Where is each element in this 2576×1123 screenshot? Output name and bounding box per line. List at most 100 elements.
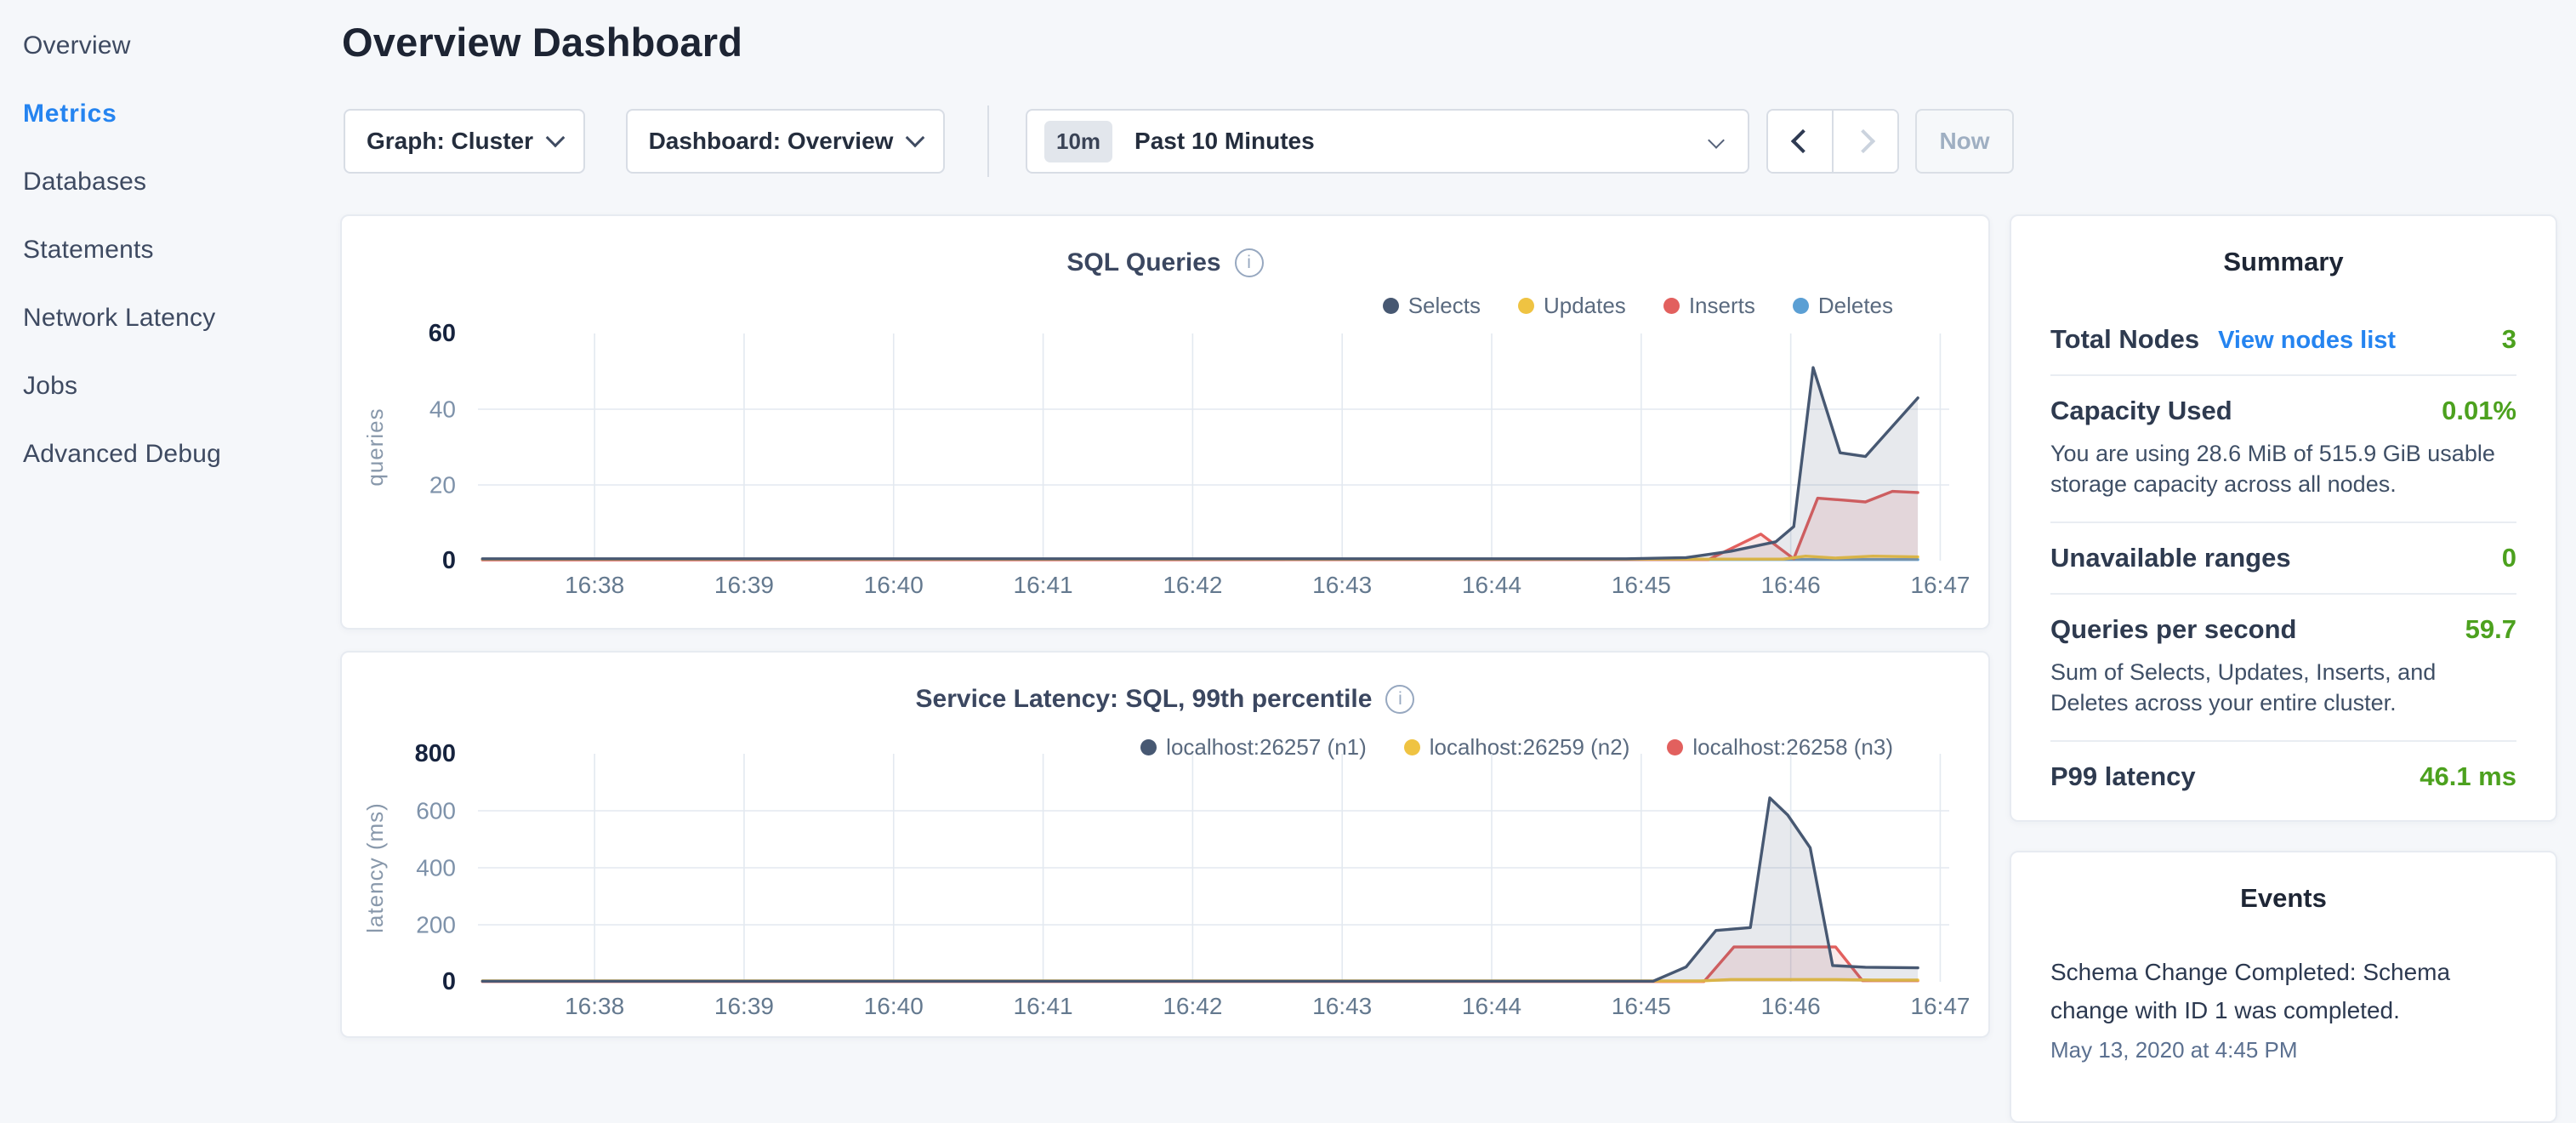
summary-item-value: 46.1 ms xyxy=(2420,761,2516,792)
sidebar: Overview Metrics Databases Statements Ne… xyxy=(0,0,340,488)
svg-text:16:40: 16:40 xyxy=(864,572,924,598)
summary-item-label: Queries per second xyxy=(2050,614,2296,645)
dashboard-dropdown-label: Dashboard: Overview xyxy=(649,128,894,155)
chevron-down-icon xyxy=(546,128,566,148)
view-nodes-list-link[interactable]: View nodes list xyxy=(2218,327,2396,355)
time-range-selector[interactable]: 10m Past 10 Minutes xyxy=(1026,109,1749,174)
svg-text:queries: queries xyxy=(362,408,388,486)
toolbar: Graph: Cluster Dashboard: Overview 10m P… xyxy=(340,109,1990,174)
summary-item-value: 59.7 xyxy=(2465,614,2516,645)
legend-item-label: Deletes xyxy=(1818,293,1893,319)
sidebar-item-network-latency[interactable]: Network Latency xyxy=(0,284,340,352)
svg-text:0: 0 xyxy=(442,547,456,574)
service-latency-chart: 16:38 16:39 16:40 16:41 16:42 16:43 16:44 16:45… xyxy=(342,736,1992,1042)
summary-heading: Summary xyxy=(2050,216,2516,277)
time-step-buttons xyxy=(1766,109,1899,174)
svg-text:20: 20 xyxy=(429,472,456,499)
svg-text:16:44: 16:44 xyxy=(1462,572,1521,598)
time-window-badge: 10m xyxy=(1044,121,1112,162)
summary-item-label: P99 latency xyxy=(2050,761,2196,792)
svg-text:400: 400 xyxy=(416,855,456,881)
summary-item-capacity-used: Capacity Used 0.01% You are using 28.6 M… xyxy=(2050,376,2516,523)
legend-item: Deletes xyxy=(1793,293,1893,319)
svg-text:0: 0 xyxy=(442,968,456,995)
summary-item-value: 0 xyxy=(2502,543,2516,573)
svg-text:latency (ms): latency (ms) xyxy=(362,802,388,933)
legend-dot-icon xyxy=(1663,298,1680,314)
svg-text:16:43: 16:43 xyxy=(1312,572,1372,598)
chevron-down-icon xyxy=(906,128,925,148)
toolbar-divider xyxy=(987,105,989,177)
legend-item-label: Inserts xyxy=(1689,293,1755,319)
sql-queries-chart: 16:38 16:39 16:40 16:41 16:42 16:43 16:44 16:45… xyxy=(342,318,1992,620)
summary-item-queries-per-second: Queries per second 59.7 Sum of Selects, … xyxy=(2050,595,2516,742)
graph-dropdown-label: Graph: Cluster xyxy=(367,128,533,155)
summary-item-description: Sum of Selects, Updates, Inserts, and De… xyxy=(2050,657,2516,719)
svg-text:16:44: 16:44 xyxy=(1462,993,1521,1019)
legend-dot-icon xyxy=(1383,298,1399,314)
svg-text:16:39: 16:39 xyxy=(714,993,774,1019)
sql-queries-chart-card: SQL Queries i Selects Updates Inserts Delet… xyxy=(340,214,1990,630)
chart-title: Service Latency: SQL, 99th percentile xyxy=(916,685,1373,714)
svg-text:200: 200 xyxy=(416,912,456,938)
summary-item-label: Unavailable ranges xyxy=(2050,543,2291,573)
summary-item-value: 0.01% xyxy=(2442,396,2516,426)
now-button[interactable]: Now xyxy=(1915,109,2014,174)
legend-item-label: Updates xyxy=(1544,293,1626,319)
time-range-label: Past 10 Minutes xyxy=(1134,128,1315,155)
summary-item-description: You are using 28.6 MiB of 515.9 GiB usab… xyxy=(2050,438,2516,500)
sidebar-item-metrics[interactable]: Metrics xyxy=(0,80,340,148)
summary-panel: Summary Total Nodes View nodes list 3 Ca… xyxy=(2010,214,2557,822)
svg-text:16:41: 16:41 xyxy=(1014,993,1073,1019)
summary-item-unavailable-ranges: Unavailable ranges 0 xyxy=(2050,523,2516,595)
legend-item: Inserts xyxy=(1663,293,1755,319)
chevron-right-icon xyxy=(1851,129,1874,153)
sidebar-item-statements[interactable]: Statements xyxy=(0,216,340,284)
svg-text:60: 60 xyxy=(429,320,456,347)
page-title: Overview Dashboard xyxy=(342,19,742,66)
events-heading: Events xyxy=(2050,852,2516,914)
event-list-item: Schema Change Completed: Schema change w… xyxy=(2050,953,2516,1063)
event-timestamp: May 13, 2020 at 4:45 PM xyxy=(2050,1037,2516,1063)
summary-item-label: Capacity Used xyxy=(2050,396,2232,426)
event-text: Schema Change Completed: Schema change w… xyxy=(2050,953,2516,1030)
svg-text:16:43: 16:43 xyxy=(1312,993,1372,1019)
svg-text:16:42: 16:42 xyxy=(1163,993,1222,1019)
sidebar-item-databases[interactable]: Databases xyxy=(0,148,340,216)
legend-item-label: Selects xyxy=(1408,293,1481,319)
svg-text:16:47: 16:47 xyxy=(1910,572,1970,598)
info-icon[interactable]: i xyxy=(1235,248,1264,277)
svg-text:16:38: 16:38 xyxy=(565,993,624,1019)
info-icon[interactable]: i xyxy=(1385,685,1414,714)
sidebar-item-jobs[interactable]: Jobs xyxy=(0,352,340,420)
svg-text:16:42: 16:42 xyxy=(1163,572,1222,598)
svg-text:16:41: 16:41 xyxy=(1014,572,1073,598)
events-panel: Events Schema Change Completed: Schema c… xyxy=(2010,851,2557,1123)
svg-text:16:45: 16:45 xyxy=(1612,572,1671,598)
svg-text:16:47: 16:47 xyxy=(1910,993,1970,1019)
sidebar-item-overview[interactable]: Overview xyxy=(0,12,340,80)
legend-item: Selects xyxy=(1383,293,1481,319)
svg-text:600: 600 xyxy=(416,798,456,824)
service-latency-chart-card: Service Latency: SQL, 99th percentile i … xyxy=(340,651,1990,1038)
chevron-left-icon xyxy=(1790,129,1814,153)
next-interval-button[interactable] xyxy=(1834,111,1897,172)
graph-nodes-dropdown[interactable]: Graph: Cluster xyxy=(344,109,585,174)
legend-item: Updates xyxy=(1518,293,1626,319)
summary-item-total-nodes: Total Nodes View nodes list 3 xyxy=(2050,305,2516,376)
summary-item-p99-latency: P99 latency 46.1 ms xyxy=(2050,742,2516,812)
svg-text:16:40: 16:40 xyxy=(864,993,924,1019)
chevron-down-icon xyxy=(1708,132,1725,149)
svg-text:800: 800 xyxy=(415,740,456,767)
svg-text:16:38: 16:38 xyxy=(565,572,624,598)
legend-dot-icon xyxy=(1793,298,1809,314)
svg-text:16:45: 16:45 xyxy=(1612,993,1671,1019)
dashboard-dropdown[interactable]: Dashboard: Overview xyxy=(626,109,945,174)
svg-text:40: 40 xyxy=(429,396,456,423)
sql-queries-legend: Selects Updates Inserts Deletes xyxy=(1383,293,1893,319)
chart-title: SQL Queries xyxy=(1066,248,1220,277)
svg-text:16:39: 16:39 xyxy=(714,572,774,598)
sidebar-item-advanced-debug[interactable]: Advanced Debug xyxy=(0,420,340,488)
summary-item-value: 3 xyxy=(2502,324,2516,355)
prev-interval-button[interactable] xyxy=(1768,111,1834,172)
